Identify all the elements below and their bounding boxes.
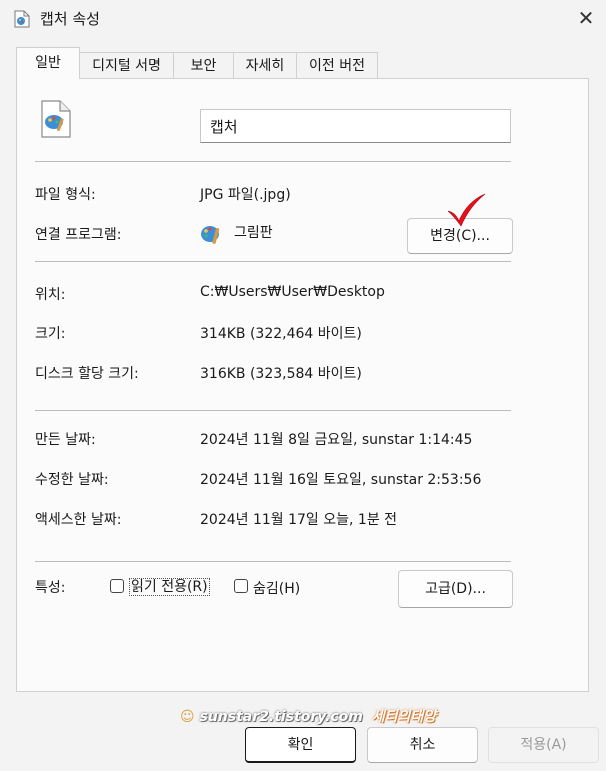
accessed-value: 2024년 11월 17일 오늘, 1분 전 bbox=[200, 512, 398, 528]
tab-details[interactable]: 자세히 bbox=[233, 52, 297, 78]
tab-previous-versions[interactable]: 이전 버전 bbox=[296, 52, 378, 78]
hidden-checkbox[interactable] bbox=[234, 579, 248, 593]
readonly-checkbox[interactable] bbox=[110, 579, 124, 593]
tab-general[interactable]: 일반 bbox=[16, 47, 80, 79]
close-icon: ✕ bbox=[577, 6, 595, 30]
file-type-value: JPG 파일(.jpg) bbox=[200, 187, 291, 203]
opens-with-label: 연결 프로그램: bbox=[35, 227, 122, 243]
opens-with-value: 그림판 bbox=[234, 225, 273, 241]
close-button[interactable]: ✕ bbox=[574, 7, 598, 31]
title-bar: 캡처 속성 ✕ bbox=[0, 0, 606, 38]
apply-button[interactable]: 적용(A) bbox=[488, 727, 599, 763]
location-value: C:₩Users₩User₩Desktop bbox=[200, 284, 385, 300]
created-label: 만든 날짜: bbox=[35, 432, 96, 448]
attributes-label: 특성: bbox=[35, 580, 66, 596]
created-value: 2024년 11월 8일 금요일, sunstar 1:14:45 bbox=[200, 432, 473, 448]
file-type-label: 파일 형식: bbox=[35, 187, 96, 203]
size-value: 314KB (322,464 바이트) bbox=[200, 326, 362, 342]
divider bbox=[35, 261, 511, 262]
red-checkmark-icon bbox=[447, 193, 486, 227]
size-on-disk-label: 디스크 할당 크기: bbox=[35, 366, 139, 382]
divider bbox=[35, 161, 511, 162]
watermark-url: sunstar2.tistory.com bbox=[199, 709, 363, 725]
watermark: ☺ sunstar2.tistory.com 세티의태양 bbox=[180, 706, 436, 726]
window-title: 캡처 속성 bbox=[40, 10, 100, 28]
size-on-disk-value: 316KB (323,584 바이트) bbox=[200, 366, 362, 382]
accessed-label: 액세스한 날짜: bbox=[35, 512, 122, 528]
file-name-input[interactable] bbox=[200, 109, 511, 143]
cancel-button[interactable]: 취소 bbox=[367, 727, 478, 763]
size-label: 크기: bbox=[35, 326, 66, 342]
hidden-label[interactable]: 숨김(H) bbox=[253, 578, 300, 598]
paint-file-icon bbox=[41, 100, 71, 138]
divider bbox=[35, 410, 511, 411]
advanced-button[interactable]: 고급(D)... bbox=[398, 570, 513, 608]
tab-digital-signatures[interactable]: 디지털 서명 bbox=[79, 52, 174, 78]
readonly-label[interactable]: 읽기 전용(R) bbox=[129, 578, 210, 596]
modified-label: 수정한 날짜: bbox=[35, 472, 109, 488]
ok-button[interactable]: 확인 bbox=[245, 727, 356, 763]
modified-value: 2024년 11월 16일 토요일, sunstar 2:53:56 bbox=[200, 472, 482, 488]
tab-security[interactable]: 보안 bbox=[173, 52, 234, 78]
paint-app-icon bbox=[201, 226, 220, 244]
watermark-brand: 세티의태양 bbox=[371, 709, 437, 725]
location-label: 위치: bbox=[35, 287, 66, 303]
smiley-icon: ☺ bbox=[180, 709, 195, 725]
divider bbox=[35, 561, 511, 562]
paint-file-icon bbox=[14, 10, 30, 28]
